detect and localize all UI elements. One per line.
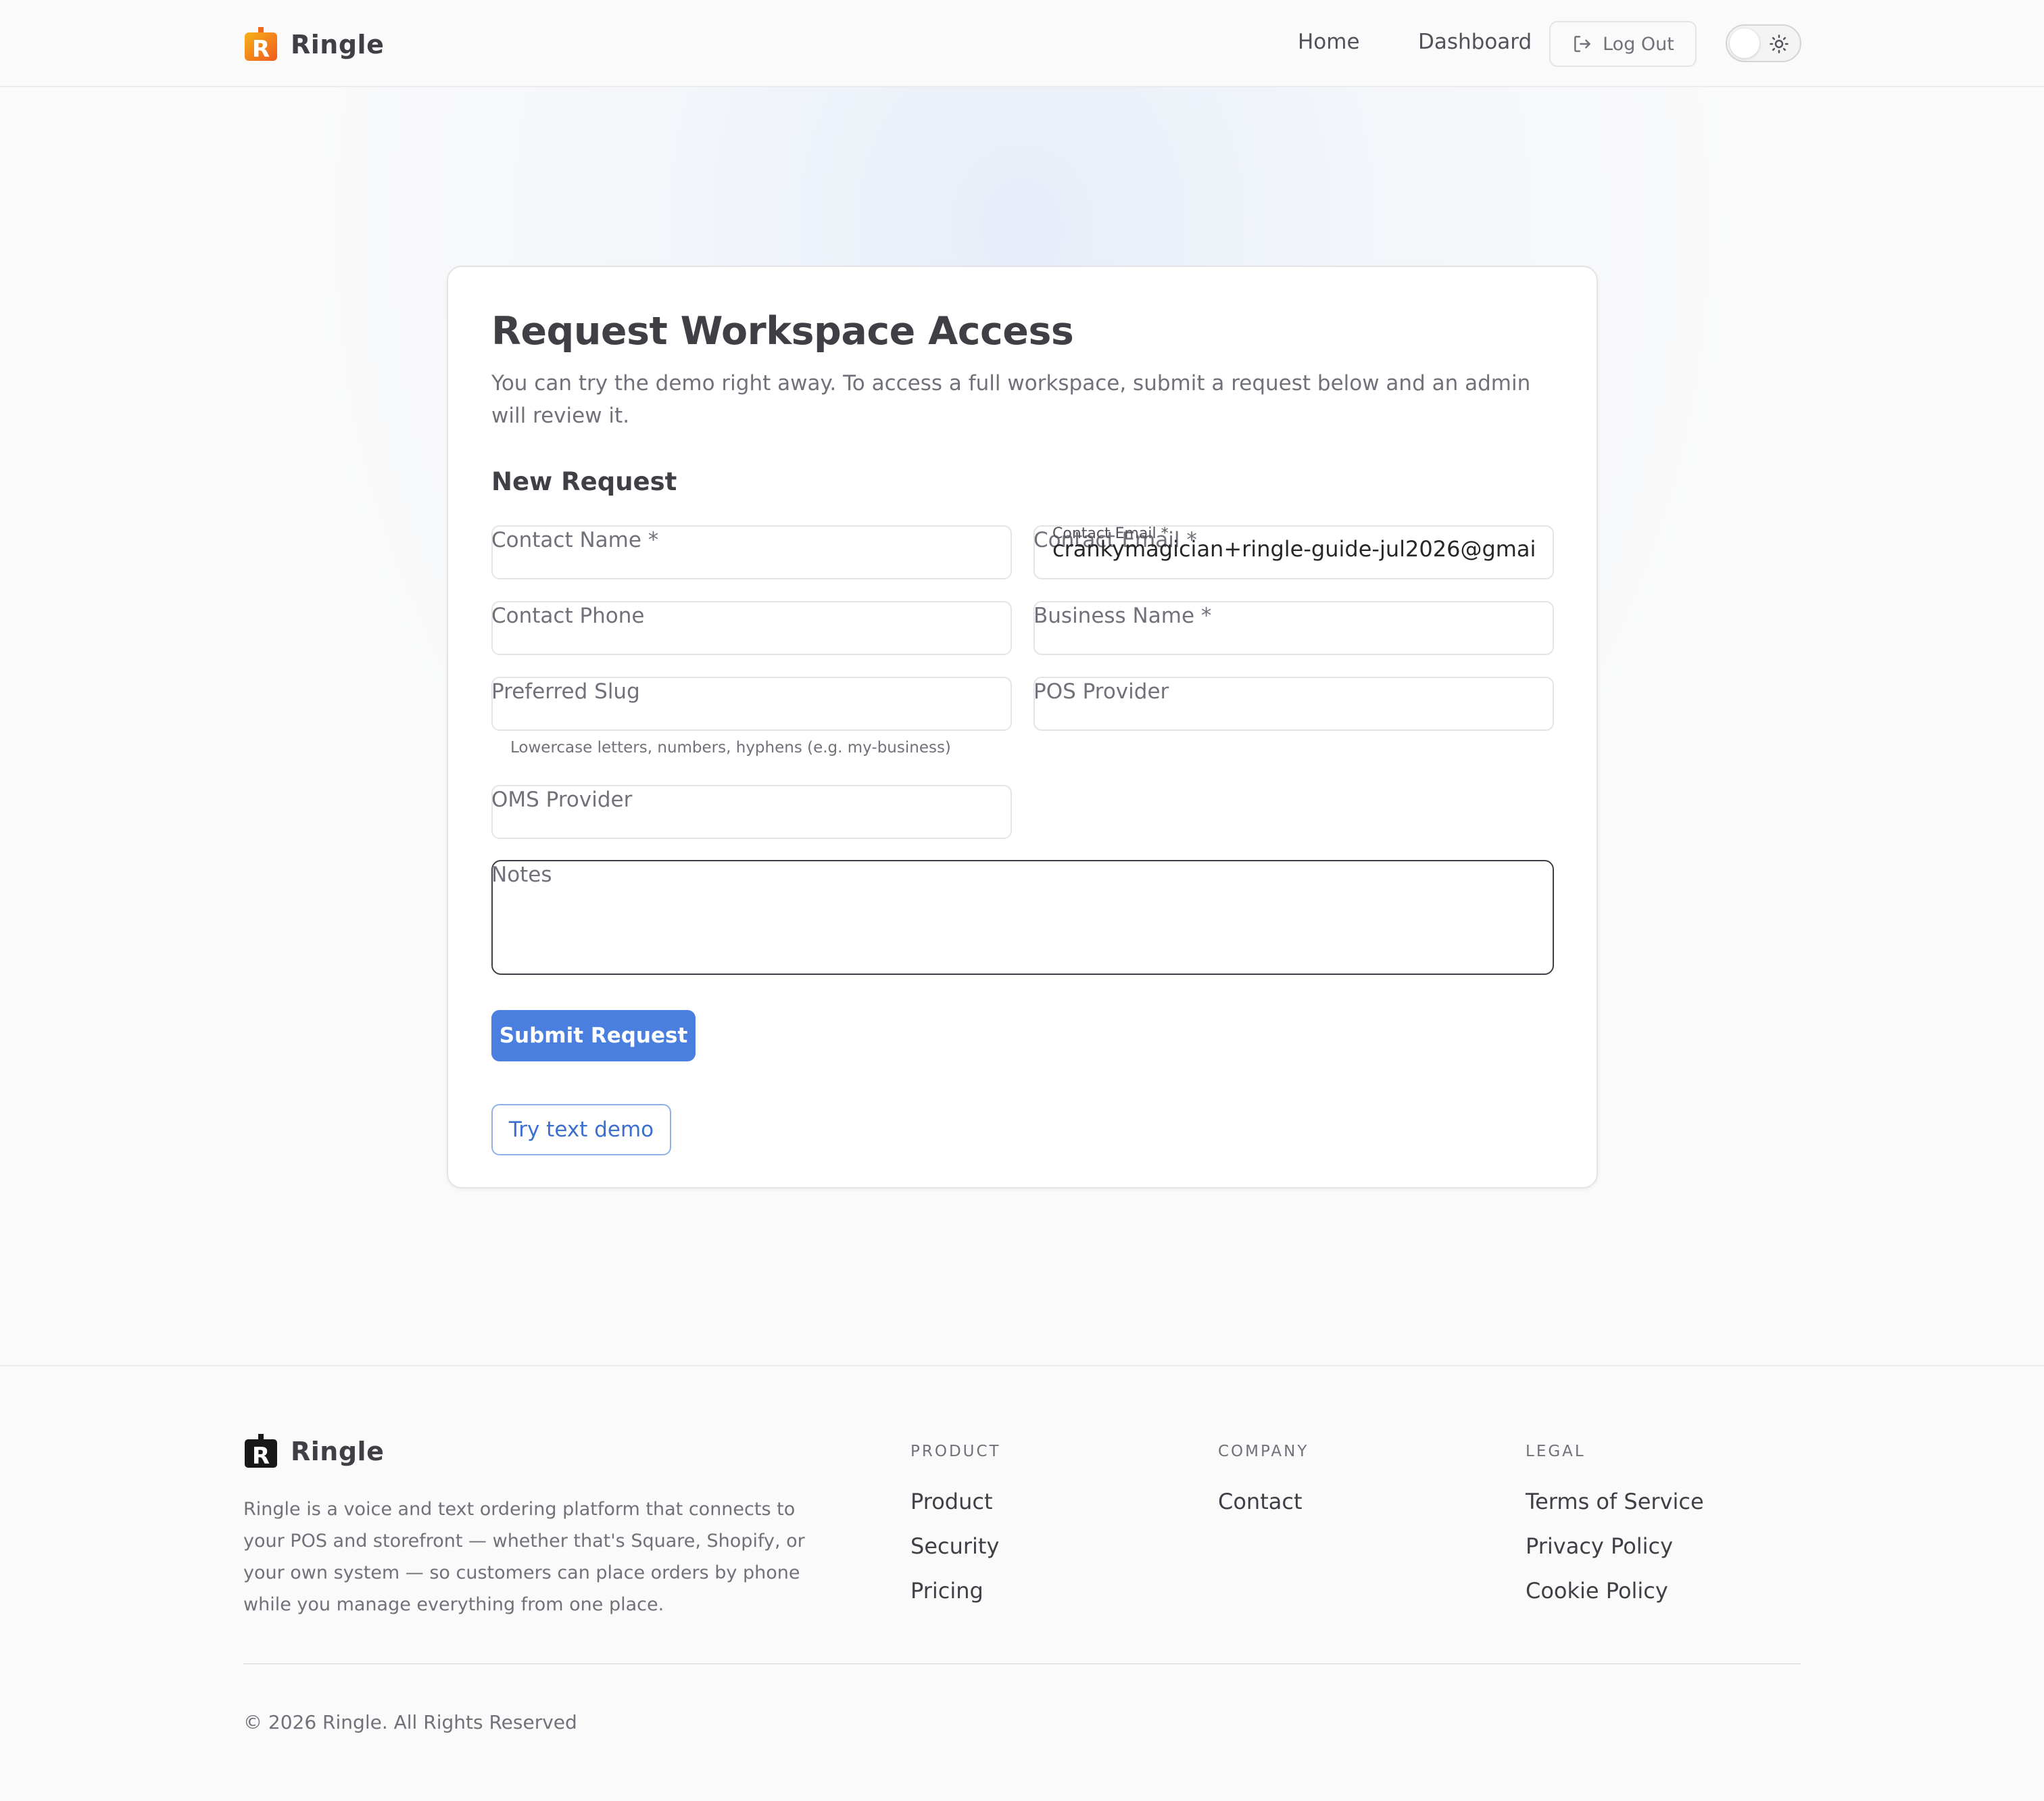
- logout-label: Log Out: [1603, 33, 1674, 55]
- contact-email-value: crankymagician+ringle-guide-jul2026@gmai…: [1052, 536, 1538, 562]
- footer-description: Ringle is a voice and text ordering plat…: [243, 1499, 805, 1615]
- contact-name-label: Contact Name *: [491, 528, 659, 552]
- contact-name-field[interactable]: Contact Name *: [491, 525, 1012, 579]
- copyright: © 2026 Ringle. All Rights Reserved: [243, 1711, 577, 1733]
- footer-column-legal: LEGAL Terms of Service Privacy Policy Co…: [1526, 1443, 1704, 1623]
- svg-text:R: R: [252, 1443, 270, 1469]
- nav-dashboard-link[interactable]: Dashboard: [1418, 30, 1532, 54]
- pos-provider-label: POS Provider: [1033, 679, 1169, 704]
- footer: R Ringle Ringle is a voice and text orde…: [0, 1365, 2044, 1801]
- toggle-knob: [1730, 28, 1759, 58]
- top-header: R Ringle Home Dashboard Log Out: [0, 0, 2044, 87]
- oms-provider-field[interactable]: OMS Provider: [491, 785, 1012, 839]
- logout-icon: [1574, 36, 1590, 52]
- request-access-card: Request Workspace Access You can try the…: [447, 266, 1598, 1188]
- brand-name: Ringle: [291, 30, 385, 59]
- ringle-logo-dark-icon: R: [245, 1434, 277, 1469]
- oms-provider-label: OMS Provider: [491, 788, 633, 812]
- footer-heading-legal: LEGAL: [1526, 1443, 1586, 1460]
- business-name-field[interactable]: Business Name *: [1033, 601, 1554, 655]
- preferred-slug-field[interactable]: Preferred Slug: [491, 677, 1012, 731]
- submit-request-button[interactable]: Submit Request: [491, 1010, 696, 1061]
- contact-phone-field[interactable]: Contact Phone: [491, 601, 1012, 655]
- preferred-slug-label: Preferred Slug: [491, 679, 640, 704]
- footer-link-privacy[interactable]: Privacy Policy: [1526, 1533, 1704, 1559]
- ringle-logo-icon: R: [245, 27, 277, 62]
- contact-phone-label: Contact Phone: [491, 604, 645, 628]
- footer-heading-company: COMPANY: [1218, 1443, 1309, 1460]
- try-text-demo-button[interactable]: Try text demo: [491, 1104, 671, 1155]
- footer-link-cookie[interactable]: Cookie Policy: [1526, 1578, 1704, 1604]
- footer-link-product[interactable]: Product: [910, 1489, 1001, 1514]
- contact-email-field[interactable]: Contact Email * Contact Email * crankyma…: [1033, 525, 1554, 579]
- business-name-label: Business Name *: [1033, 604, 1212, 628]
- notes-textarea[interactable]: Notes: [491, 860, 1554, 975]
- footer-link-contact[interactable]: Contact: [1218, 1489, 1309, 1514]
- page-description: You can try the demo right away. To acce…: [491, 371, 1531, 428]
- page-title: Request Workspace Access: [491, 309, 1074, 354]
- footer-column-product: PRODUCT Product Security Pricing: [910, 1443, 1001, 1623]
- sun-icon: [1770, 34, 1788, 53]
- page: R Ringle Home Dashboard Log Out Request …: [0, 0, 2044, 1801]
- theme-toggle[interactable]: [1726, 24, 1801, 62]
- footer-heading-product: PRODUCT: [910, 1443, 1001, 1460]
- footer-link-pricing[interactable]: Pricing: [910, 1578, 1001, 1604]
- logout-button[interactable]: Log Out: [1549, 21, 1697, 67]
- footer-divider: [243, 1663, 1801, 1664]
- footer-link-terms[interactable]: Terms of Service: [1526, 1489, 1704, 1514]
- svg-text:R: R: [252, 36, 270, 62]
- nav-home-link[interactable]: Home: [1298, 30, 1360, 54]
- footer-brand-name: Ringle: [291, 1437, 385, 1466]
- slug-hint: Lowercase letters, numbers, hyphens (e.g…: [510, 739, 951, 757]
- footer-link-security[interactable]: Security: [910, 1533, 1001, 1559]
- footer-column-company: COMPANY Contact: [1218, 1443, 1309, 1533]
- footer-brand[interactable]: R Ringle: [243, 1434, 384, 1469]
- brand-home-link[interactable]: R Ringle: [243, 24, 384, 65]
- notes-label: Notes: [491, 863, 552, 887]
- pos-provider-field[interactable]: POS Provider: [1033, 677, 1554, 731]
- section-title: New Request: [491, 467, 677, 496]
